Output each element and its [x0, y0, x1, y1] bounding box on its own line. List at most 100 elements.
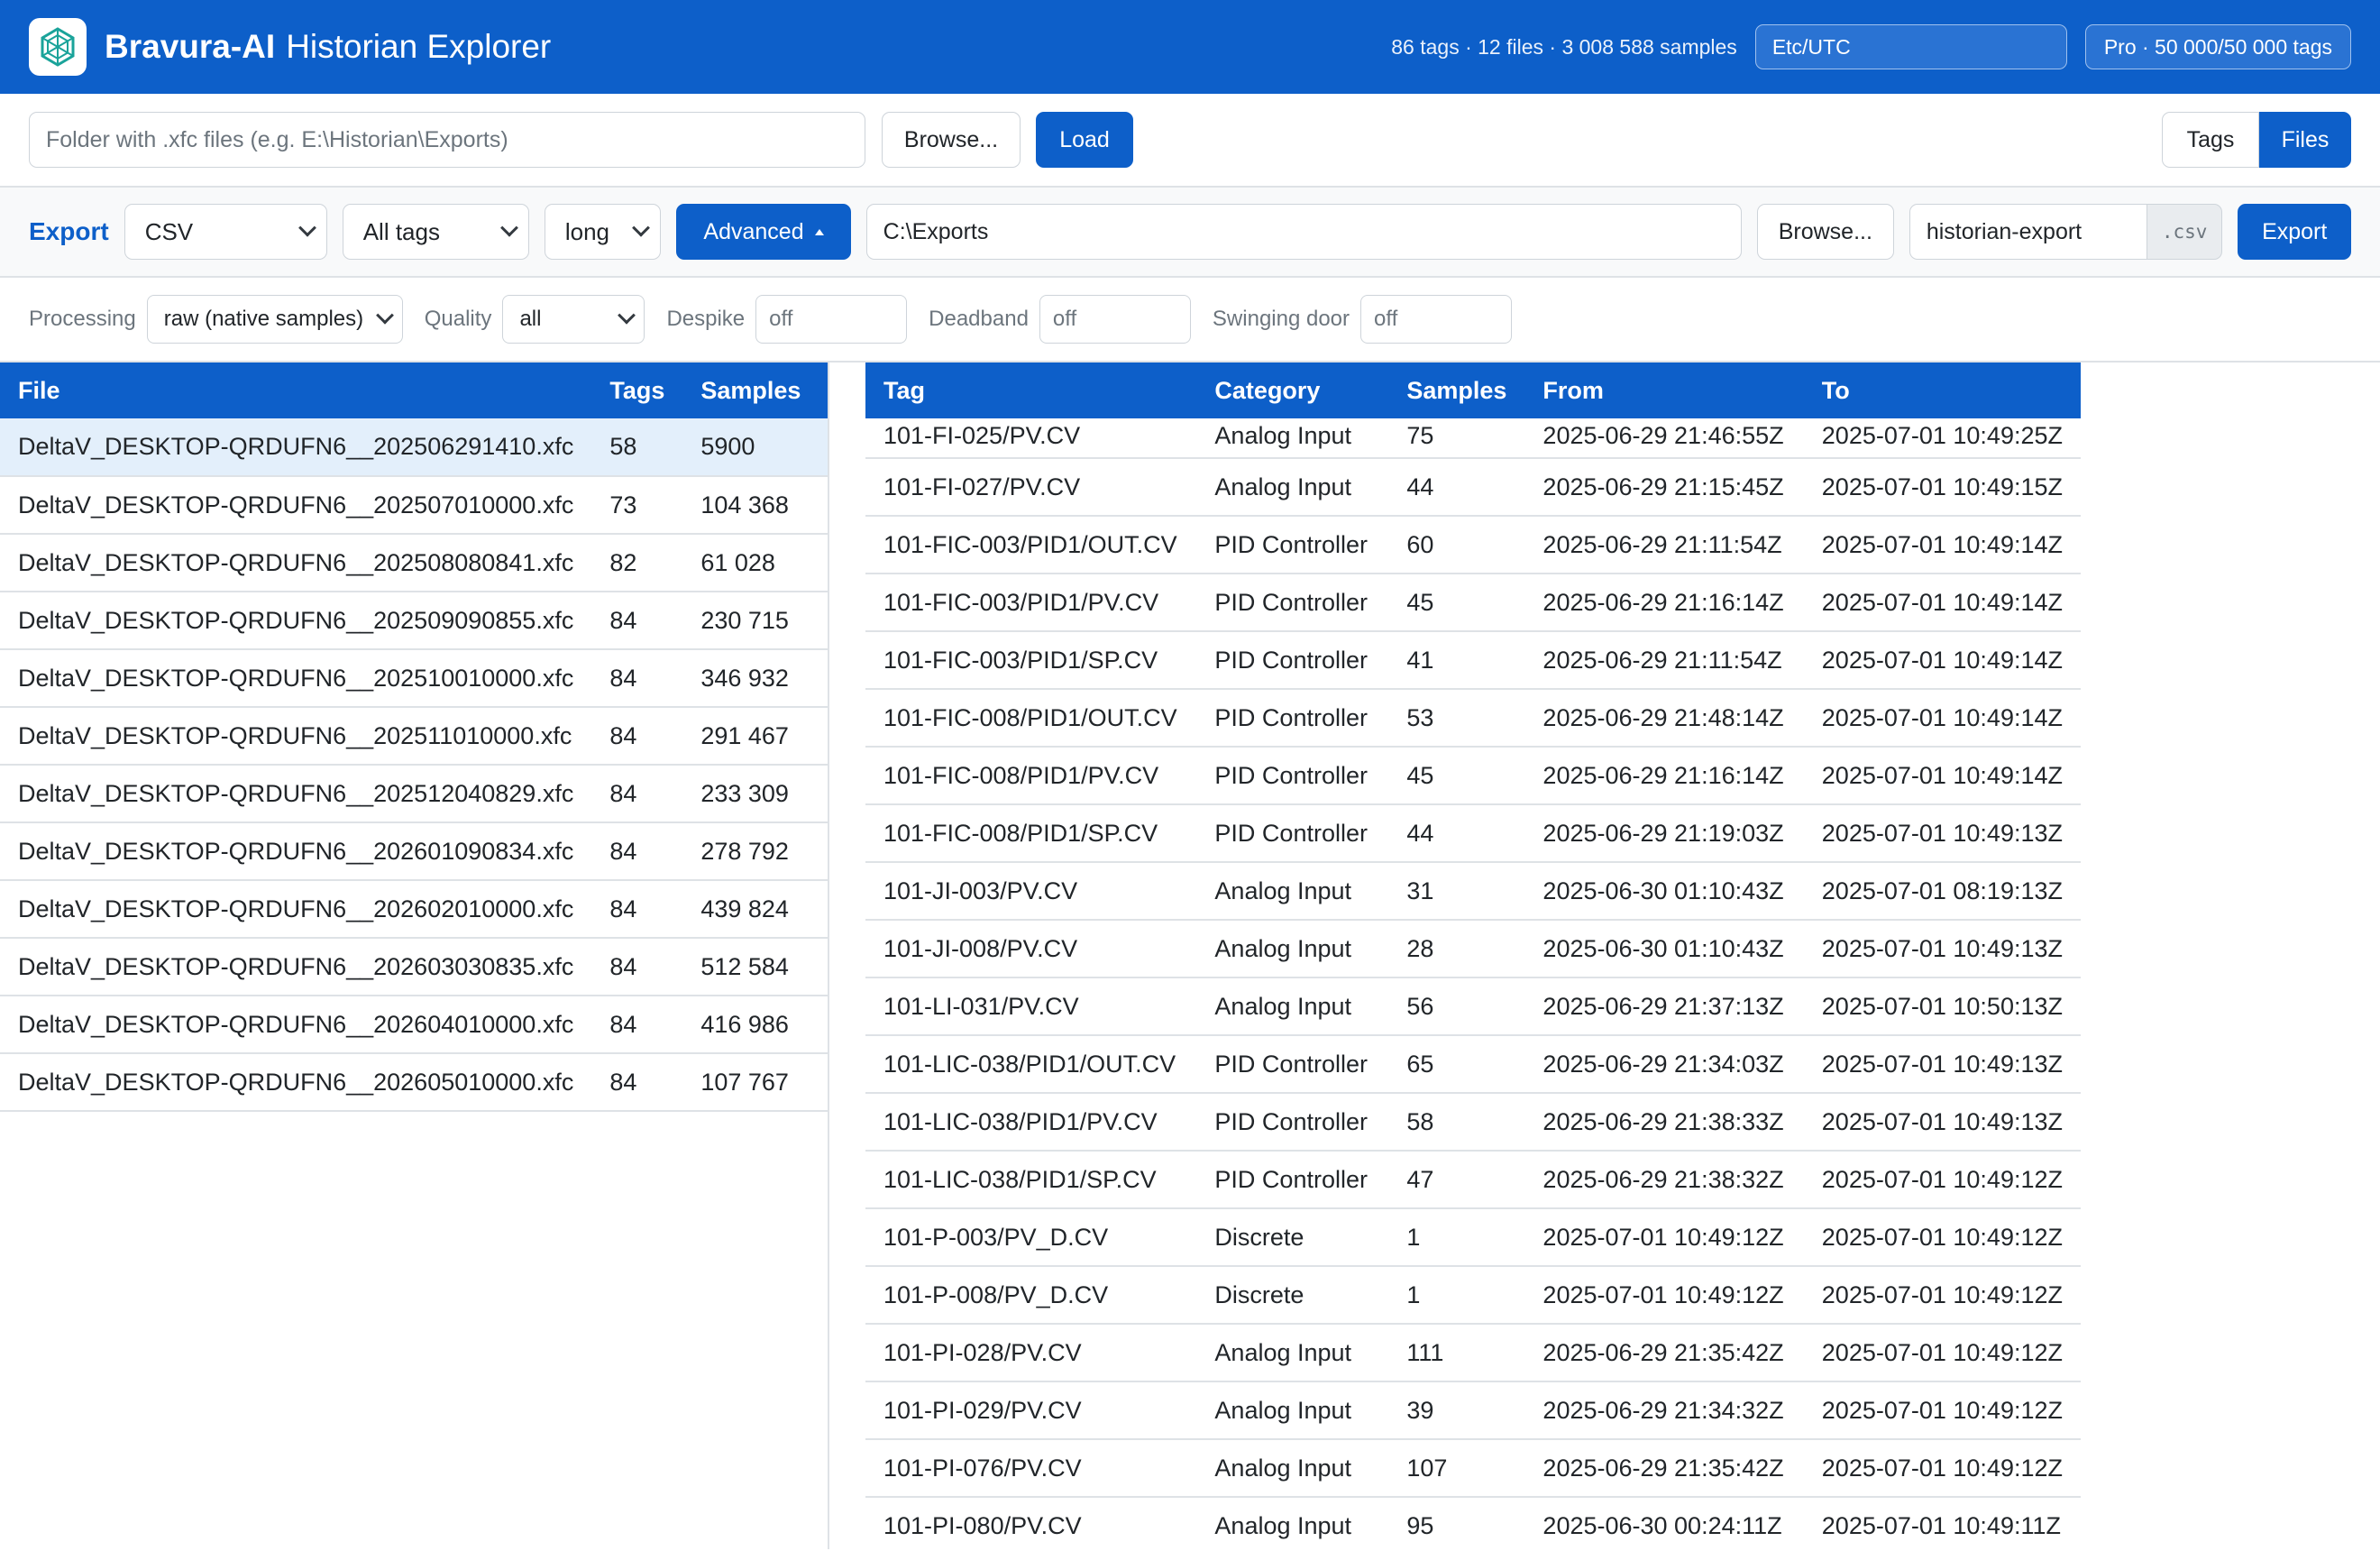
tag-row[interactable]: 101-P-003/PV_D.CV Discrete 1 2025-07-01 10:…: [865, 1208, 2081, 1267]
tag-row[interactable]: 101-PI-029/PV.CV Analog Input 39 2025-06-29…: [865, 1381, 2081, 1440]
tag-row[interactable]: 101-FI-027/PV.CV Analog Input 44 2025-06-29…: [865, 458, 2081, 517]
tag-row[interactable]: 101-PI-080/PV.CV Analog Input 95 2025-06-30…: [865, 1497, 2081, 1549]
tag-to-cell: 2025-07-01 08:19:13Z: [1803, 862, 2081, 921]
deadband-input[interactable]: off: [1039, 295, 1191, 344]
browse-export-path-button[interactable]: Browse...: [1756, 204, 1894, 260]
advanced-toggle-button[interactable]: Advanced: [676, 204, 851, 260]
tag-from-cell: 2025-07-01 10:49:12Z: [1524, 1208, 1804, 1267]
file-samples-cell: 291 467: [682, 707, 828, 766]
tab-files[interactable]: Files: [2259, 112, 2351, 168]
file-samples-cell: 104 368: [682, 476, 828, 535]
format-select[interactable]: CSV: [124, 204, 327, 260]
tag-row[interactable]: 101-JI-003/PV.CV Analog Input 31 2025-06-30…: [865, 862, 2081, 921]
tag-row[interactable]: 101-FIC-008/PID1/OUT.CV PID Controller 53 2…: [865, 689, 2081, 748]
chevron-down-icon: [298, 218, 316, 237]
tag-row[interactable]: 101-FI-025/PV.CV Analog Input 75 2025-06-29…: [865, 418, 2081, 459]
processing-value: raw (native samples): [163, 307, 364, 331]
file-row[interactable]: DeltaV_DESKTOP-QRDUFN6__202511010000.xfc…: [0, 707, 828, 766]
license-badge[interactable]: Pro · 50 000/50 000 tags: [2084, 24, 2351, 69]
layout-select[interactable]: long: [544, 204, 662, 260]
file-tags-cell: 84: [591, 938, 683, 996]
tag-row[interactable]: 101-FIC-003/PID1/OUT.CV PID Controller 60 2…: [865, 516, 2081, 574]
main-content: File Tags Samples DeltaV_DESKTOP-QRDUFN6…: [0, 363, 2380, 1549]
export-path-input[interactable]: C:\Exports: [865, 204, 1742, 260]
folder-input[interactable]: Folder with .xfc files (e.g. E:\Historia…: [29, 112, 865, 168]
tag-from-cell: 2025-06-29 21:38:33Z: [1524, 1093, 1804, 1152]
file-row[interactable]: DeltaV_DESKTOP-QRDUFN6__202512040829.xfc…: [0, 765, 828, 823]
file-row[interactable]: DeltaV_DESKTOP-QRDUFN6__202603030835.xfc…: [0, 938, 828, 996]
tag-row[interactable]: 101-PI-028/PV.CV Analog Input 111 2025-06-2…: [865, 1324, 2081, 1382]
tag-samples-cell: 45: [1388, 747, 1525, 805]
quality-select[interactable]: all: [502, 295, 645, 344]
tag-name-cell: 101-FIC-008/PID1/PV.CV: [865, 747, 1197, 805]
tag-category-cell: PID Controller: [1196, 747, 1389, 805]
filename-input[interactable]: historian-export: [1909, 204, 2147, 260]
app-logo-icon: [29, 18, 87, 76]
timezone-select[interactable]: Etc/UTC: [1754, 24, 2067, 69]
tag-category-cell: Analog Input: [1196, 1381, 1389, 1440]
despike-input[interactable]: off: [755, 295, 908, 344]
col-samples[interactable]: Samples: [682, 363, 828, 418]
file-row[interactable]: DeltaV_DESKTOP-QRDUFN6__202602010000.xfc…: [0, 880, 828, 939]
file-tags-cell: 84: [591, 1053, 683, 1112]
tag-row[interactable]: 101-JI-008/PV.CV Analog Input 28 2025-06-30…: [865, 920, 2081, 978]
tag-row[interactable]: 101-FIC-008/PID1/PV.CV PID Controller 45 20…: [865, 747, 2081, 805]
tag-to-cell: 2025-07-01 10:49:12Z: [1803, 1208, 2081, 1267]
tab-tags[interactable]: Tags: [2162, 112, 2259, 168]
tag-to-cell: 2025-07-01 10:49:25Z: [1803, 418, 2081, 459]
file-row[interactable]: DeltaV_DESKTOP-QRDUFN6__202506291410.xfc…: [0, 418, 828, 477]
col-from[interactable]: From: [1524, 363, 1804, 418]
tag-to-cell: 2025-07-01 10:49:12Z: [1803, 1324, 2081, 1382]
file-row[interactable]: DeltaV_DESKTOP-QRDUFN6__202509090855.xfc…: [0, 592, 828, 650]
brand-name: Bravura-AI: [105, 28, 276, 65]
tag-row[interactable]: 101-FIC-008/PID1/SP.CV PID Controller 44 20…: [865, 804, 2081, 863]
file-name-cell: DeltaV_DESKTOP-QRDUFN6__202507010000.xfc: [0, 476, 592, 535]
tag-row[interactable]: 101-LIC-038/PID1/OUT.CV PID Controller 65 2…: [865, 1035, 2081, 1094]
tag-row[interactable]: 101-LIC-038/PID1/PV.CV PID Controller 58 20…: [865, 1093, 2081, 1152]
col-samples[interactable]: Samples: [1388, 363, 1525, 418]
file-row[interactable]: DeltaV_DESKTOP-QRDUFN6__202507010000.xfc…: [0, 476, 828, 535]
tag-row[interactable]: 101-P-008/PV_D.CV Discrete 1 2025-07-01 10:…: [865, 1266, 2081, 1325]
tag-to-cell: 2025-07-01 10:49:14Z: [1803, 574, 2081, 632]
filename-group: historian-export .csv: [1909, 204, 2223, 260]
swinging-door-input[interactable]: off: [1360, 295, 1513, 344]
export-button[interactable]: Export: [2238, 204, 2351, 260]
chevron-down-icon: [632, 218, 651, 237]
col-tags[interactable]: Tags: [591, 363, 683, 418]
files-pane[interactable]: File Tags Samples DeltaV_DESKTOP-QRDUFN6…: [0, 363, 829, 1549]
format-value: CSV: [144, 217, 194, 245]
tag-row[interactable]: 101-LI-031/PV.CV Analog Input 56 2025-06-29…: [865, 977, 2081, 1036]
tag-scope-select[interactable]: All tags: [342, 204, 529, 260]
tag-to-cell: 2025-07-01 10:49:13Z: [1803, 920, 2081, 978]
tag-category-cell: PID Controller: [1196, 574, 1389, 632]
file-row[interactable]: DeltaV_DESKTOP-QRDUFN6__202604010000.xfc…: [0, 996, 828, 1054]
tag-name-cell: 101-JI-003/PV.CV: [865, 862, 1197, 921]
tag-samples-cell: 60: [1388, 516, 1525, 574]
file-samples-cell: 512 584: [682, 938, 828, 996]
file-samples-cell: 230 715: [682, 592, 828, 650]
file-row[interactable]: DeltaV_DESKTOP-QRDUFN6__202601090834.xfc…: [0, 822, 828, 881]
tags-pane[interactable]: Tag Category Samples From To 101-FI-025/…: [829, 363, 2380, 1549]
tag-from-cell: 2025-06-29 21:11:54Z: [1524, 516, 1804, 574]
col-tag[interactable]: Tag: [865, 363, 1197, 418]
tag-samples-cell: 53: [1388, 689, 1525, 748]
tag-row[interactable]: 101-PI-076/PV.CV Analog Input 107 2025-06-2…: [865, 1439, 2081, 1498]
file-row[interactable]: DeltaV_DESKTOP-QRDUFN6__202510010000.xfc…: [0, 649, 828, 708]
export-toolbar: Export CSV All tags long Advanced C:\Exp…: [0, 188, 2380, 278]
load-button[interactable]: Load: [1036, 112, 1133, 168]
col-file[interactable]: File: [0, 363, 592, 418]
tag-row[interactable]: 101-LIC-038/PID1/SP.CV PID Controller 47 20…: [865, 1151, 2081, 1209]
tag-category-cell: Analog Input: [1196, 1497, 1389, 1549]
tag-from-cell: 2025-06-29 21:19:03Z: [1524, 804, 1804, 863]
processing-select[interactable]: raw (native samples): [146, 295, 403, 344]
file-name-cell: DeltaV_DESKTOP-QRDUFN6__202508080841.xfc: [0, 534, 592, 592]
tag-row[interactable]: 101-FIC-003/PID1/PV.CV PID Controller 45 20…: [865, 574, 2081, 632]
col-category[interactable]: Category: [1196, 363, 1389, 418]
tag-name-cell: 101-FI-027/PV.CV: [865, 458, 1197, 517]
tag-row[interactable]: 101-FIC-003/PID1/SP.CV PID Controller 41 20…: [865, 631, 2081, 690]
browse-folder-button[interactable]: Browse...: [882, 112, 1021, 168]
tag-name-cell: 101-JI-008/PV.CV: [865, 920, 1197, 978]
col-to[interactable]: To: [1803, 363, 2081, 418]
file-row[interactable]: DeltaV_DESKTOP-QRDUFN6__202605010000.xfc…: [0, 1053, 828, 1112]
file-row[interactable]: DeltaV_DESKTOP-QRDUFN6__202508080841.xfc…: [0, 534, 828, 592]
